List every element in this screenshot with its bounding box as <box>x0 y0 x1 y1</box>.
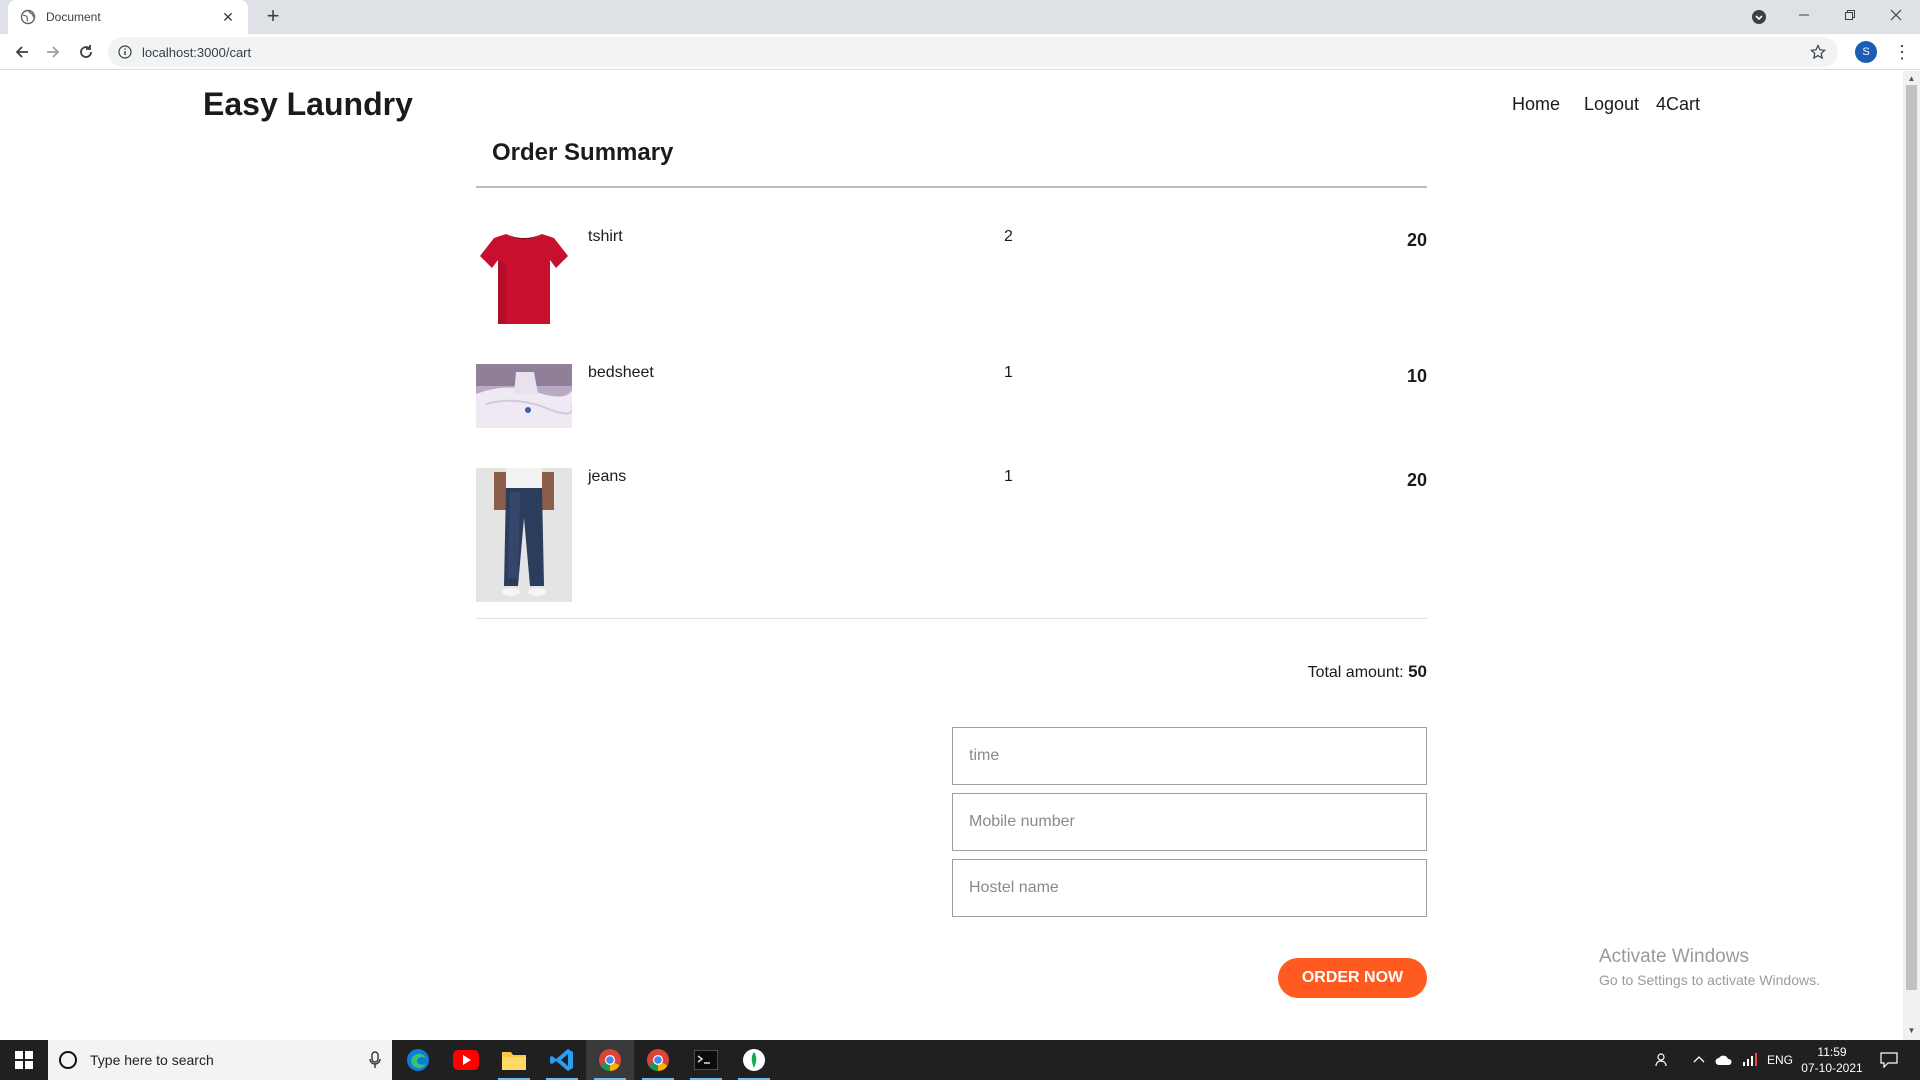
restore-icon[interactable] <box>1827 0 1873 30</box>
page-title: Order Summary <box>492 139 674 166</box>
page-viewport: Easy Laundry Home Logout 4Cart Order Sum… <box>0 71 1920 1040</box>
microphone-icon[interactable] <box>368 1051 382 1069</box>
time-input[interactable] <box>952 727 1427 785</box>
watermark-subtitle: Go to Settings to activate Windows. <box>1599 972 1820 988</box>
mongodb-compass-icon[interactable] <box>730 1040 778 1080</box>
browser-toolbar: localhost:3000/cart S ⋮ <box>0 34 1920 70</box>
item-quantity: 2 <box>1004 228 1013 245</box>
url-text: localhost:3000/cart <box>142 44 252 60</box>
item-quantity: 1 <box>1004 364 1013 381</box>
network-icon[interactable] <box>1742 1040 1758 1080</box>
total-value: 50 <box>1408 662 1427 681</box>
vscode-icon[interactable] <box>538 1040 586 1080</box>
hostel-name-input[interactable] <box>952 859 1427 917</box>
close-window-icon[interactable] <box>1873 0 1919 30</box>
bookmark-star-icon[interactable] <box>1810 44 1826 60</box>
clock-date: 07-10-2021 <box>1801 1061 1863 1075</box>
chrome-icon[interactable] <box>586 1040 634 1080</box>
cart-item-tshirt: tshirt 2 20 <box>476 228 1427 343</box>
address-bar[interactable]: localhost:3000/cart <box>108 37 1838 67</box>
chrome-profile-icon[interactable] <box>634 1040 682 1080</box>
clock-time: 11:59 <box>1817 1045 1847 1059</box>
tshirt-image <box>476 228 572 328</box>
cart-item-bedsheet: bedsheet 1 10 <box>476 364 1427 444</box>
taskbar-search-placeholder: Type here to search <box>90 1052 214 1068</box>
terminal-icon[interactable] <box>682 1040 730 1080</box>
item-price: 20 <box>1406 230 1427 250</box>
nav-cart-link[interactable]: 4Cart <box>1656 94 1700 115</box>
page-scrollbar[interactable]: ▲ ▼ <box>1903 71 1920 1040</box>
divider <box>476 186 1427 188</box>
item-price: 10 <box>1406 366 1427 386</box>
new-tab-button[interactable]: + <box>260 4 286 30</box>
jeans-image <box>476 468 572 602</box>
order-now-button[interactable]: ORDER NOW <box>1278 958 1427 998</box>
chevron-up-icon[interactable] <box>1693 1040 1705 1080</box>
notifications-icon[interactable] <box>1880 1040 1898 1080</box>
browser-tab[interactable]: Document ✕ <box>8 0 248 34</box>
nav-home-link[interactable]: Home <box>1512 94 1560 115</box>
forward-arrow-icon[interactable] <box>41 41 65 63</box>
file-explorer-icon[interactable] <box>490 1040 538 1080</box>
people-icon[interactable] <box>1655 1040 1671 1080</box>
scroll-thumb[interactable] <box>1906 85 1917 990</box>
watermark-title: Activate Windows <box>1599 946 1749 967</box>
brand-logo[interactable]: Easy Laundry <box>203 86 413 123</box>
windows-taskbar: Type here to search ENG 11:59 07-10-2021 <box>0 1040 1920 1080</box>
profile-avatar[interactable]: S <box>1855 41 1877 63</box>
item-name: jeans <box>588 468 627 485</box>
onedrive-icon[interactable] <box>1715 1040 1733 1080</box>
tab-close-icon[interactable]: ✕ <box>220 9 236 26</box>
item-name: tshirt <box>588 228 623 245</box>
mobile-number-input[interactable] <box>952 793 1427 851</box>
reload-icon[interactable] <box>74 41 98 63</box>
item-name: bedsheet <box>588 364 654 381</box>
nav-logout-link[interactable]: Logout <box>1584 94 1639 115</box>
divider <box>476 618 1427 619</box>
edge-icon[interactable] <box>394 1040 442 1080</box>
total-label: Total amount: <box>1307 664 1404 681</box>
total-amount: Total amount: 50 <box>1308 662 1427 682</box>
bedsheet-image <box>476 364 572 428</box>
activate-windows-watermark: Activate Windows Go to Settings to activ… <box>1599 946 1820 988</box>
taskbar-clock[interactable]: 11:59 07-10-2021 <box>1795 1044 1869 1076</box>
cart-item-jeans: jeans 1 20 <box>476 468 1427 608</box>
item-price: 20 <box>1406 470 1427 490</box>
tab-title: Document <box>46 10 101 24</box>
back-arrow-icon[interactable] <box>10 41 34 63</box>
globe-icon <box>20 9 36 25</box>
youtube-icon[interactable] <box>442 1040 490 1080</box>
browser-menu-icon[interactable]: ⋮ <box>1893 41 1911 63</box>
item-quantity: 1 <box>1004 468 1013 485</box>
minimize-icon[interactable] <box>1781 0 1827 30</box>
info-icon[interactable] <box>118 45 132 59</box>
tab-search-icon[interactable] <box>1751 9 1767 25</box>
windows-start-icon[interactable] <box>0 1040 48 1080</box>
tab-strip: Document ✕ + <box>0 0 1920 34</box>
taskbar-search-box[interactable]: Type here to search <box>48 1040 392 1080</box>
scroll-up-arrow-icon[interactable]: ▲ <box>1907 74 1916 83</box>
cortana-circle-icon <box>59 1051 77 1069</box>
scroll-down-arrow-icon[interactable]: ▼ <box>1907 1026 1916 1035</box>
language-indicator[interactable]: ENG <box>1767 1040 1793 1080</box>
